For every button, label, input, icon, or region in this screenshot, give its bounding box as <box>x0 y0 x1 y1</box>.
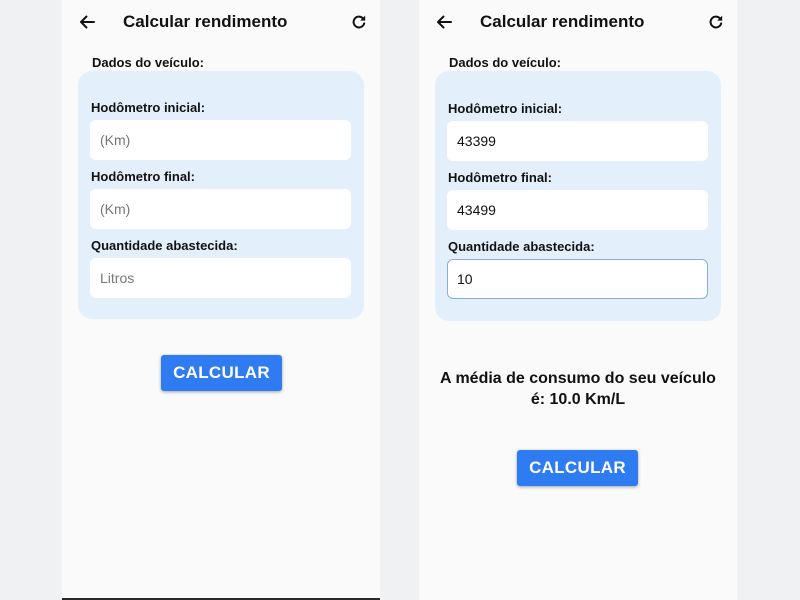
screen-empty-form: Calcular rendimento Dados do veículo: Ho… <box>62 0 380 600</box>
refresh-icon <box>709 15 723 29</box>
fuel-quantity-label: Quantidade abastecida: <box>448 239 595 254</box>
back-button[interactable] <box>433 10 455 34</box>
calculate-button[interactable]: CALCULAR <box>517 450 638 486</box>
fuel-quantity-input[interactable] <box>90 258 351 298</box>
odometer-end-input[interactable] <box>447 190 708 230</box>
odometer-start-input[interactable] <box>90 120 351 160</box>
page-title: Calcular rendimento <box>123 12 288 31</box>
arrow-left-icon <box>80 15 95 29</box>
odometer-start-label: Hodômetro inicial: <box>91 100 206 115</box>
vehicle-data-card: Hodômetro inicial: Hodômetro final: Quan… <box>435 71 721 321</box>
odometer-start-input[interactable] <box>447 121 708 161</box>
odometer-start-label: Hodômetro inicial: <box>448 101 563 116</box>
section-label: Dados do veículo: <box>449 55 561 70</box>
screen-filled-form: Calcular rendimento Dados do veículo: Ho… <box>419 0 737 600</box>
fuel-quantity-input[interactable] <box>447 259 708 299</box>
calculate-button[interactable]: CALCULAR <box>161 355 282 391</box>
page-title: Calcular rendimento <box>480 12 645 31</box>
odometer-end-label: Hodômetro final: <box>448 170 552 185</box>
result-line-2: é: 10.0 Km/L <box>530 391 626 408</box>
refresh-button[interactable] <box>348 10 370 34</box>
odometer-end-label: Hodômetro final: <box>91 169 195 184</box>
result-text: A média de consumo do seu veículo é: 10.… <box>419 368 737 410</box>
arrow-left-icon <box>437 15 452 29</box>
section-label: Dados do veículo: <box>92 55 204 70</box>
app-bar: Calcular rendimento <box>419 0 737 46</box>
vehicle-data-card: Hodômetro inicial: Hodômetro final: Quan… <box>78 71 364 319</box>
app-bar: Calcular rendimento <box>62 0 380 46</box>
refresh-button[interactable] <box>705 10 727 34</box>
fuel-quantity-label: Quantidade abastecida: <box>91 238 238 253</box>
result-line-1: A média de consumo do seu veículo <box>440 370 716 387</box>
odometer-end-input[interactable] <box>90 189 351 229</box>
refresh-icon <box>352 15 366 29</box>
back-button[interactable] <box>76 10 98 34</box>
